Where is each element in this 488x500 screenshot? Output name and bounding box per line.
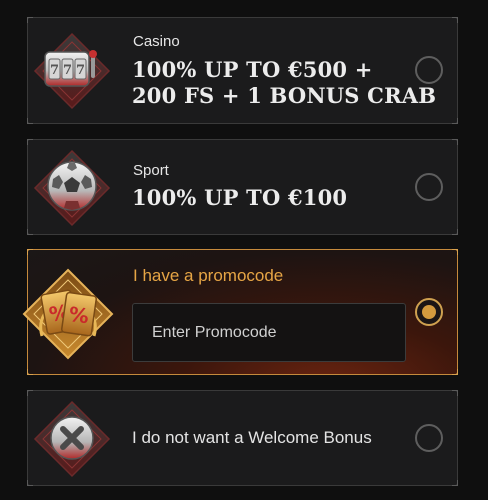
svg-text:7: 7 [63,63,72,78]
slot-machine-icon: 7 7 7 [33,32,111,110]
soccer-ball-icon [33,149,111,227]
no-bonus-label: I do not want a Welcome Bonus [132,428,372,447]
svg-text:%: % [67,302,90,329]
bonus-option-casino[interactable]: 7 7 7 Casino 100% UP TO €500 + 200 FS + … [27,17,458,124]
promocode-radio[interactable] [415,298,443,326]
svg-text:7: 7 [50,63,59,78]
x-mark-icon [33,400,111,478]
svg-text:7: 7 [76,63,85,78]
sport-kicker: Sport [133,162,169,179]
promocode-input[interactable] [132,303,406,362]
promocode-kicker: I have a promocode [133,266,284,285]
casino-offer-title: 100% UP TO €500 + 200 FS + 1 BONUS CRAB [132,57,436,109]
percent-ticket-icon: % % [22,268,114,360]
casino-radio[interactable] [415,56,443,84]
no-bonus-radio[interactable] [415,424,443,452]
casino-offer-line2: 200 FS + 1 BONUS CRAB [132,83,437,108]
sport-radio[interactable] [415,173,443,201]
bonus-option-sport[interactable]: Sport 100% UP TO €100 [27,139,458,235]
casino-kicker: Casino [133,33,180,50]
sport-offer-title: 100% UP TO €100 [132,185,348,210]
bonus-option-promocode[interactable]: % % I have a promocode [22,249,458,375]
bonus-option-none[interactable]: I do not want a Welcome Bonus [27,390,458,486]
casino-offer-line1: 100% UP TO €500 + [132,57,373,82]
